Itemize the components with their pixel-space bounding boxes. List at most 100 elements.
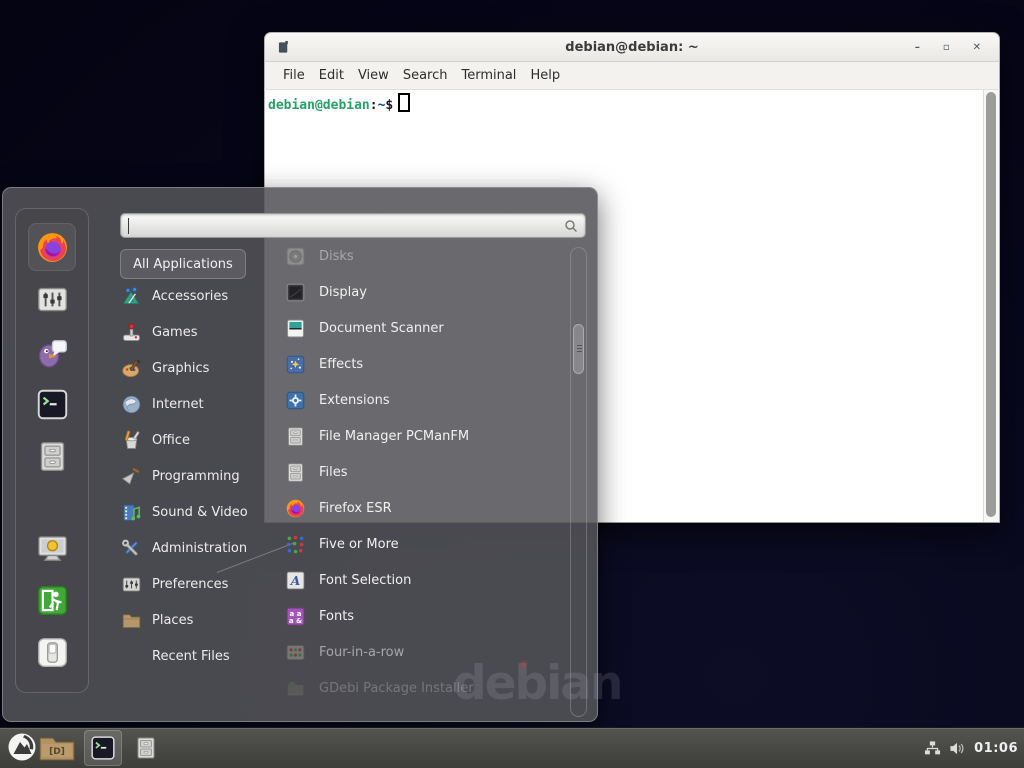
system-tray: 01:06 [924,728,1018,768]
taskbar-file-manager-button[interactable] [133,731,159,765]
menu-file[interactable]: File [283,68,305,83]
recent-files-no-icon [120,645,143,668]
volume-icon[interactable] [949,740,966,757]
taskbar: [D] [0,727,1024,768]
taskbar-terminal-button[interactable] [84,730,122,766]
close-button[interactable]: ✕ [973,43,981,53]
app-item-effects[interactable]: Effects [284,346,562,382]
app-label: Files [319,465,348,480]
favorite-lock-screen-button[interactable] [29,525,75,571]
search-icon [563,218,579,234]
category-label: Accessories [152,289,228,304]
svg-text:[D]: [D] [49,747,65,757]
shutdown-icon [36,636,69,669]
app-label: Display [319,285,367,300]
terminal-scrollbar[interactable] [983,90,999,522]
category-label: Administration [152,541,247,556]
favorite-firefox-button[interactable] [28,223,76,271]
minimize-button[interactable]: – [915,43,920,53]
favorite-terminal-button[interactable] [29,381,75,427]
graphics-icon [120,357,143,380]
app-item-document-scanner[interactable]: Document Scanner [284,310,562,346]
clock[interactable]: 01:06 [974,741,1018,756]
shell-prompt: debian@debian:~$ [268,93,410,113]
category-accessories[interactable]: Accessories [120,278,278,314]
app-item-five-or-more[interactable]: Five or More [284,526,562,562]
settings-sliders-icon [36,283,69,316]
category-label: Programming [152,469,240,484]
category-label: Places [152,613,193,628]
app-item-four-in-a-row[interactable]: Four-in-a-row [284,634,562,670]
category-office[interactable]: Office [120,422,278,458]
network-icon[interactable] [924,740,941,757]
games-icon [120,321,143,344]
four-in-a-row-icon [284,641,307,664]
category-places[interactable]: Places [120,602,278,638]
menu-scrollbar-thumb[interactable] [573,324,584,374]
menu-search[interactable]: Search [403,68,448,83]
menu-help[interactable]: Help [530,68,560,83]
category-label: Games [152,325,197,340]
app-item-extensions[interactable]: Extensions [284,382,562,418]
category-list: Accessories Games Graphics Internet [120,278,278,674]
terminal-menubar: File Edit View Search Terminal Help [264,62,1000,90]
favorite-shutdown-button[interactable] [29,629,75,675]
app-item-file-manager-pcmanfm[interactable]: File Manager PCManFM [284,418,562,454]
file-cabinet-icon [284,461,307,484]
administration-icon [120,537,143,560]
search-text-caret [128,218,129,234]
maximize-button[interactable]: ▫ [943,43,950,53]
five-or-more-icon [284,533,307,556]
terminal-titlebar[interactable]: debian@debian: ~ – ▫ ✕ [264,32,1000,62]
category-recent-files[interactable]: Recent Files [120,638,278,674]
terminal-scrollbar-thumb[interactable] [986,92,996,517]
favorite-files-button[interactable] [29,433,75,479]
menu-search-input[interactable] [120,213,586,238]
display-icon [284,281,307,304]
application-menu: debian [2,187,598,722]
menu-edit[interactable]: Edit [319,68,344,83]
category-games[interactable]: Games [120,314,278,350]
favorite-settings-button[interactable] [29,276,75,322]
document-scanner-icon [284,317,307,340]
all-applications-button[interactable]: All Applications [120,249,246,279]
favorite-pidgin-button[interactable] [29,329,75,375]
category-graphics[interactable]: Graphics [120,350,278,386]
menu-launcher-button[interactable] [7,732,37,762]
favorite-logout-button[interactable] [29,577,75,623]
category-internet[interactable]: Internet [120,386,278,422]
menu-terminal[interactable]: Terminal [461,68,516,83]
app-item-disks[interactable]: Disks [284,238,562,274]
app-label: Firefox ESR [319,501,392,516]
app-item-display[interactable]: Display [284,274,562,310]
preferences-icon [120,573,143,596]
file-cabinet-icon [284,425,307,448]
prompt-symbol: $ [385,98,393,113]
firefox-icon [36,231,69,264]
fonts-icon: a aa & [284,605,307,628]
category-programming[interactable]: Programming [120,458,278,494]
category-administration[interactable]: Administration [120,530,278,566]
disks-icon [284,245,307,268]
category-preferences[interactable]: Preferences [120,566,278,602]
programming-icon [120,465,143,488]
firefox-icon [284,497,307,520]
desktop-folder-icon: [D] [38,734,76,762]
prompt-colon: : [370,98,378,113]
app-label: Five or More [319,537,399,552]
gdebi-icon [284,677,307,700]
category-sound-video[interactable]: Sound & Video [120,494,278,530]
app-item-gdebi-package-installer[interactable]: GDebi Package Installer [284,670,562,706]
app-item-firefox-esr[interactable]: Firefox ESR [284,490,562,526]
places-icon [120,609,143,632]
app-item-fonts[interactable]: a aa & Fonts [284,598,562,634]
svg-text:a &: a & [289,617,302,625]
desktop-folder-button[interactable]: [D] [38,734,76,762]
accessories-icon [120,285,143,308]
app-item-font-selection[interactable]: A Font Selection [284,562,562,598]
menu-view[interactable]: View [358,68,389,83]
app-item-files[interactable]: Files [284,454,562,490]
category-label: Recent Files [152,649,230,664]
menu-scrollbar[interactable] [570,247,587,717]
prompt-user-host: debian@debian [268,98,370,113]
